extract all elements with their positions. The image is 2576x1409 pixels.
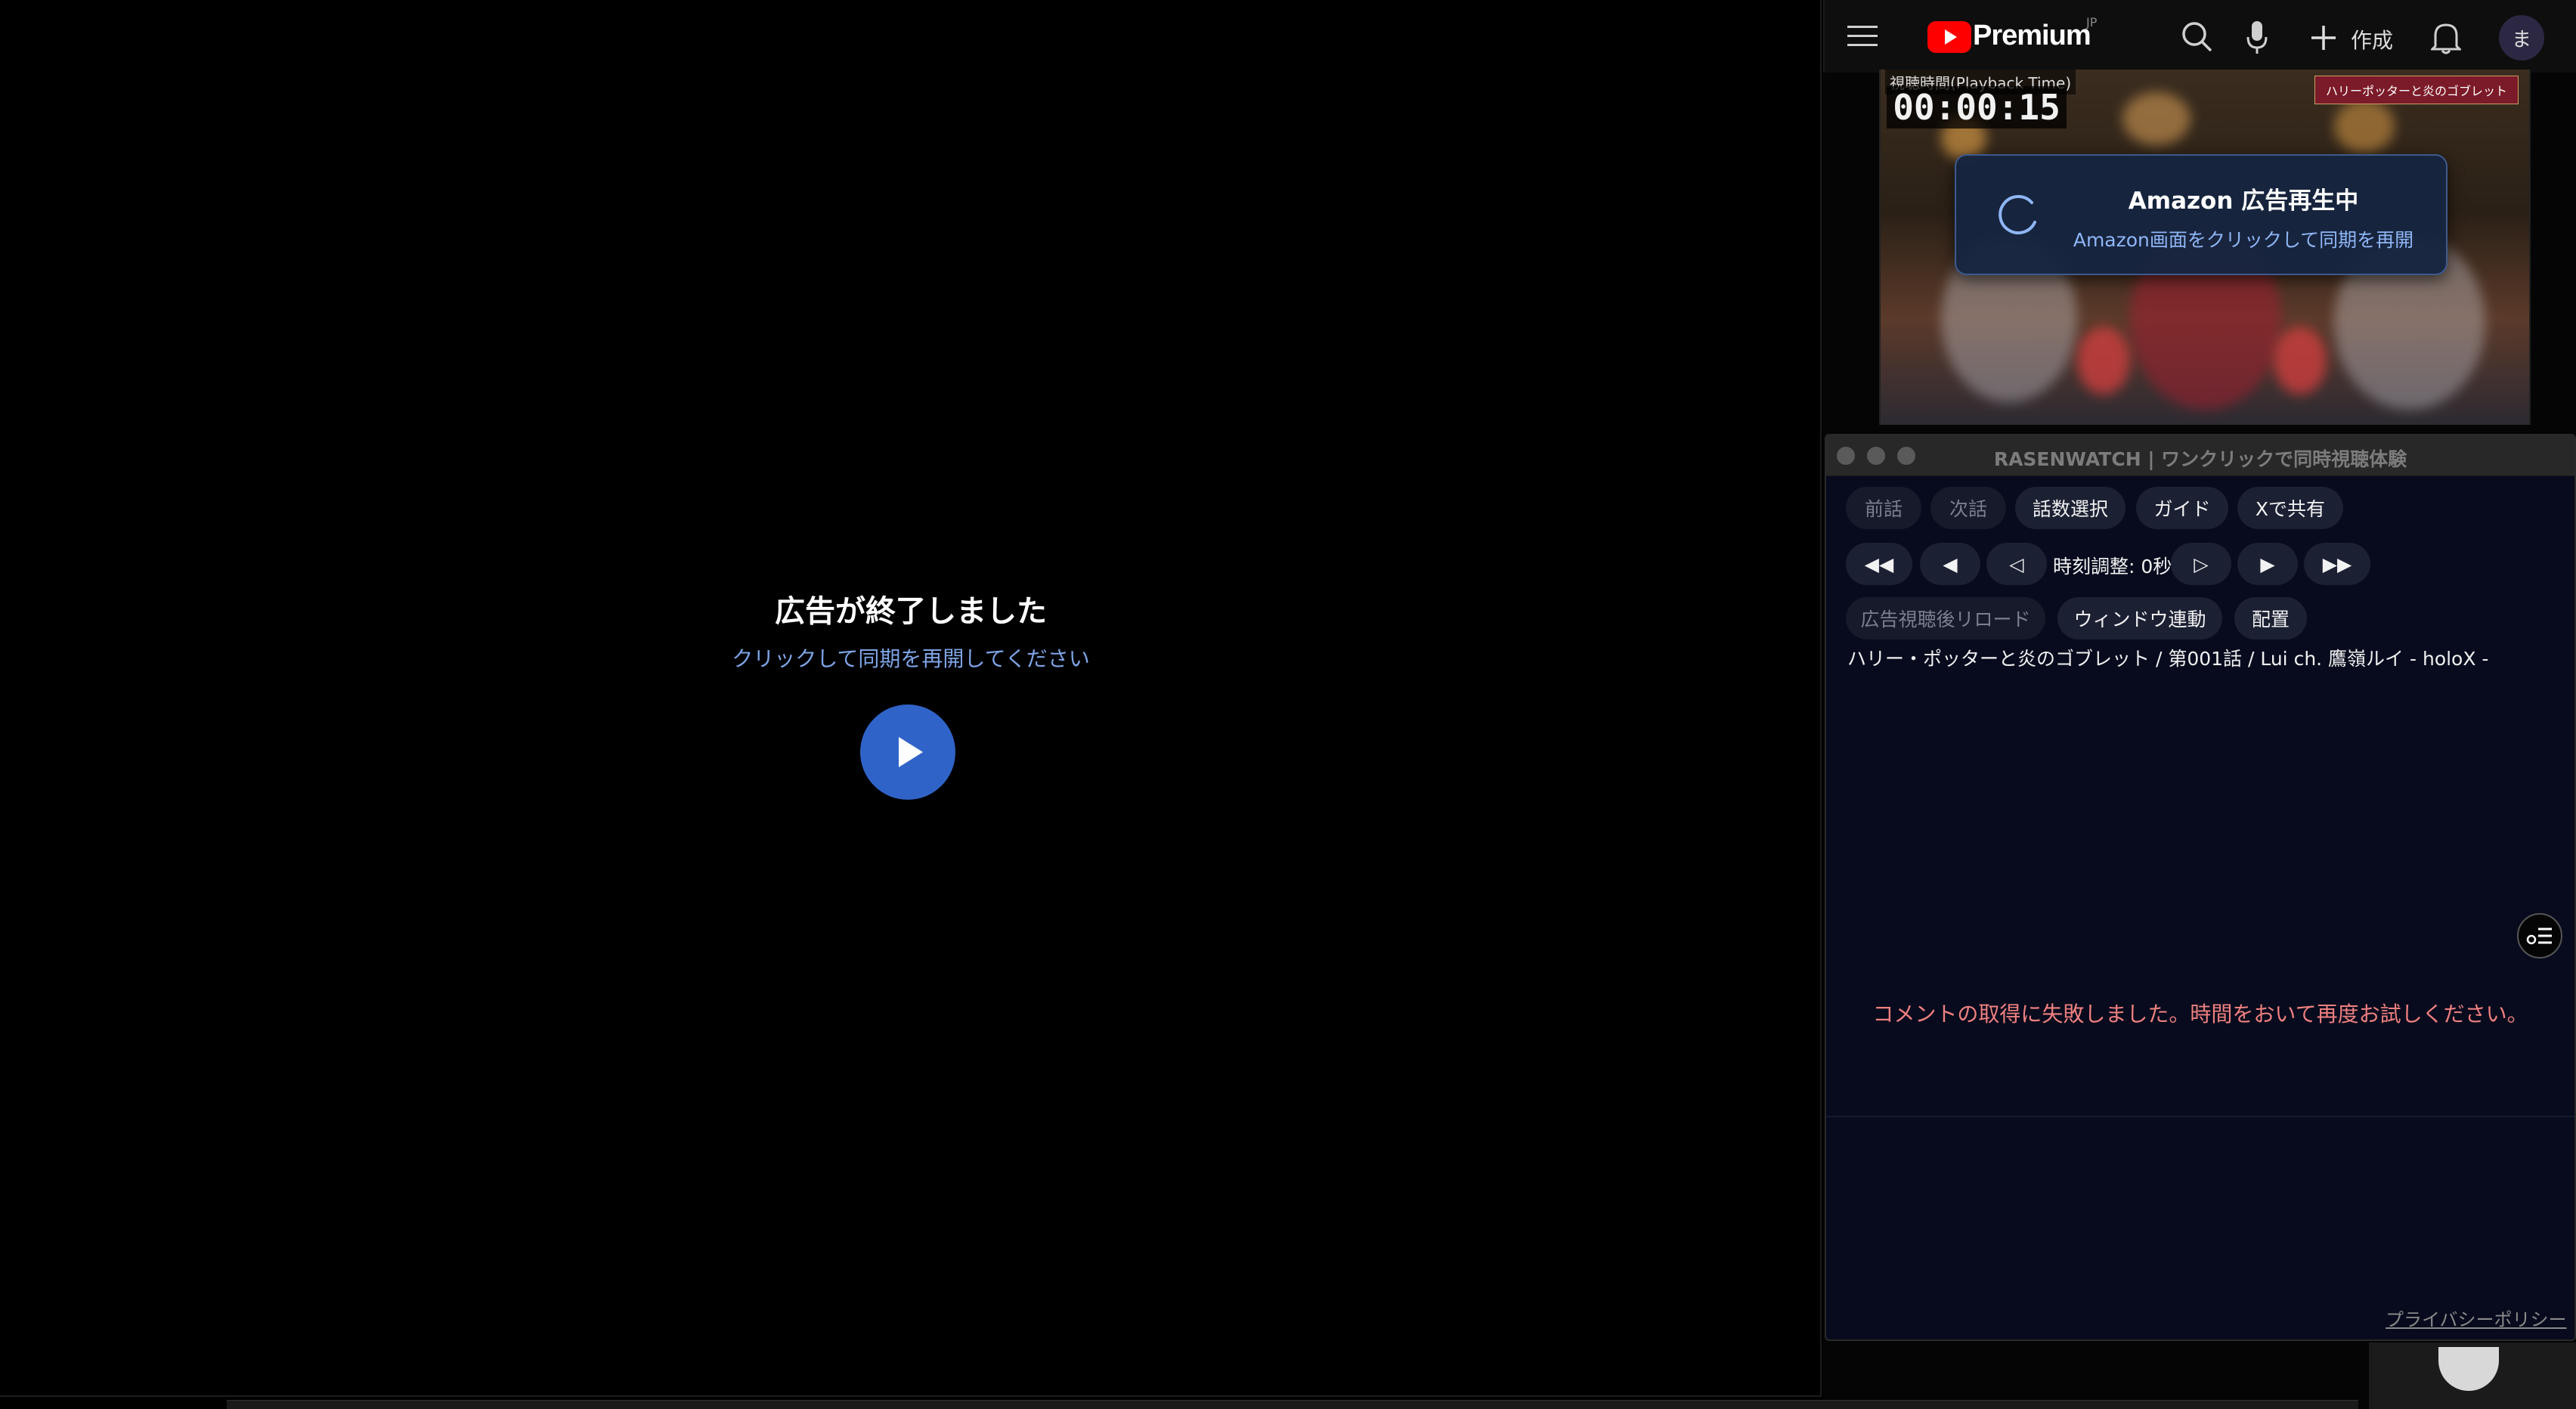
- forward-small-button[interactable]: ▷: [2171, 543, 2231, 585]
- divider: [1826, 1116, 2574, 1117]
- voice-search-button[interactable]: [2243, 20, 2271, 56]
- youtube-header: Premium JP 作成 ま: [1823, 0, 2576, 73]
- video-title-banner: ハリーポッターと炎のゴブレット: [2314, 76, 2519, 104]
- comment-settings-button[interactable]: [2517, 913, 2562, 958]
- clock-icon: [2438, 1347, 2499, 1391]
- playback-time-value: 00:00:15: [1887, 86, 2067, 129]
- rasenwatch-titlebar[interactable]: RASENWATCH | ワンクリックで同時視聴体験: [1826, 435, 2574, 476]
- play-icon: [899, 737, 923, 767]
- ad-ended-subtitle: クリックして同期を再開してください: [732, 646, 1090, 671]
- menu-button[interactable]: [1846, 20, 1879, 53]
- window-link-button[interactable]: ウィンドウ連動: [2057, 597, 2222, 639]
- hamburger-icon: [1847, 26, 1878, 46]
- notifications-button[interactable]: [2429, 20, 2463, 56]
- rasenwatch-title: RASENWATCH | ワンクリックで同時視聴体験: [1993, 448, 2407, 470]
- guide-button[interactable]: ガイド: [2136, 487, 2228, 529]
- amazon-ad-subtitle: Amazon画面をクリックして同期を再開: [2073, 229, 2414, 251]
- main-video-player[interactable]: 広告が終了しました クリックして同期を再開してください: [0, 0, 1822, 1397]
- background-window-fragment: [2369, 1342, 2576, 1409]
- rewind-small-button[interactable]: ◁: [1986, 543, 2047, 585]
- share-x-button[interactable]: Xで共有: [2237, 487, 2343, 529]
- bell-icon: [2431, 23, 2461, 54]
- rewind-button[interactable]: ◀: [1920, 543, 1980, 585]
- region-badge: JP: [2086, 15, 2098, 29]
- layout-button[interactable]: 配置: [2234, 597, 2307, 639]
- search-icon: [2182, 22, 2212, 52]
- scene-light: [2122, 92, 2191, 145]
- avatar[interactable]: ま: [2499, 15, 2544, 60]
- scene-light: [2334, 100, 2395, 153]
- microphone-icon: [2246, 21, 2268, 54]
- youtube-logo-icon: [1927, 21, 1971, 53]
- reload-after-ad-button[interactable]: 広告視聴後リロード: [1846, 597, 2045, 639]
- privacy-policy-link[interactable]: プライバシーポリシー: [2386, 1305, 2567, 1331]
- amazon-ad-title: Amazon 広告再生中: [2128, 187, 2359, 215]
- forward-button[interactable]: ▶: [2237, 543, 2298, 585]
- youtube-logo[interactable]: [1927, 21, 1971, 53]
- rewind-big-button[interactable]: ◀◀: [1846, 543, 1912, 585]
- youtube-premium-text: Premium: [1973, 20, 2091, 51]
- resume-play-button[interactable]: [860, 704, 955, 800]
- ad-ended-title: 広告が終了しました: [775, 594, 1047, 629]
- forward-big-button[interactable]: ▶▶: [2304, 543, 2370, 585]
- offset-label: 時刻調整: 0秒: [2053, 556, 2172, 578]
- popcorn-bucket: [2274, 327, 2327, 395]
- loading-spinner-icon: [1999, 195, 2036, 235]
- bottom-bar: [227, 1400, 2358, 1409]
- create-button[interactable]: 作成: [2351, 24, 2393, 54]
- episode-info: ハリー・ポッターと炎のゴブレット / 第001話 / Lui ch. 鷹嶺ルイ …: [1847, 648, 2489, 670]
- next-episode-button[interactable]: 次話: [1930, 487, 2006, 529]
- create-button-icon-wrap[interactable]: [2308, 23, 2339, 53]
- plus-icon: [2311, 26, 2336, 50]
- popcorn-bucket: [2077, 327, 2130, 395]
- amazon-ad-card[interactable]: Amazon 広告再生中 Amazon画面をクリックして同期を再開: [1955, 154, 2448, 275]
- comment-error-message: コメントの取得に失敗しました。時間をおいて再度お試しください。: [1872, 1002, 2528, 1027]
- prev-episode-button[interactable]: 前話: [1846, 487, 1921, 529]
- episode-select-button[interactable]: 話数選択: [2015, 487, 2126, 529]
- search-button[interactable]: [2180, 20, 2215, 54]
- settings-list-icon: [2526, 927, 2552, 945]
